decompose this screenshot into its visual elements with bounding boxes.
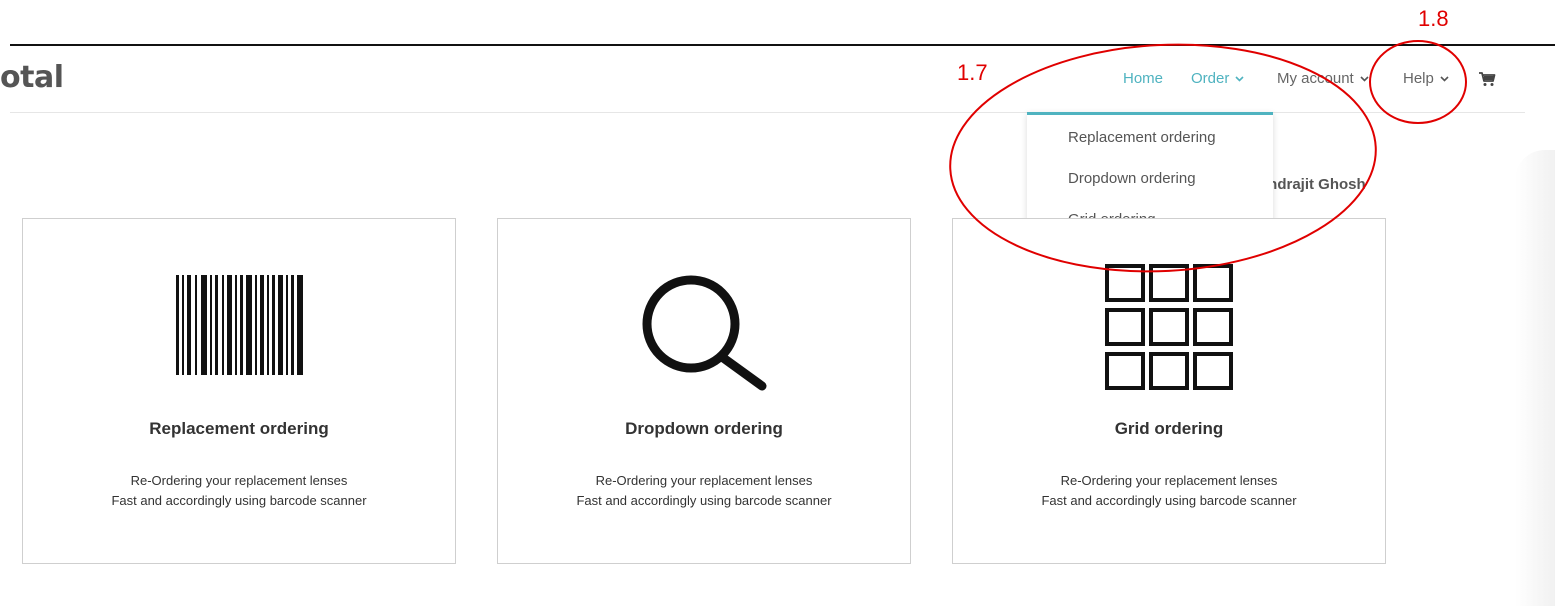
card-title: Grid ordering [1114, 419, 1224, 438]
top-divider [10, 44, 1555, 46]
search-icon [642, 275, 767, 391]
card-grid-ordering[interactable]: Grid ordering Re-Ordering your replaceme… [952, 218, 1386, 564]
nav-order-label: Order [1191, 70, 1230, 87]
card-desc-line-1: Re-Ordering your replacement lenses [130, 473, 348, 488]
card-desc-line-1: Re-Ordering your replacement lenses [1060, 473, 1278, 488]
nav-help-label: Help [1403, 70, 1434, 87]
nav-home[interactable]: Home [1123, 70, 1163, 87]
card-desc-line-2: Fast and accordingly using barcode scann… [576, 493, 832, 508]
brand-logo[interactable]: otal [0, 60, 64, 95]
card-description: Re-Ordering your replacement lenses Fast… [498, 471, 910, 511]
card-dropdown-ordering[interactable]: Dropdown ordering Re-Ordering your repla… [497, 218, 911, 564]
user-greeting: Indrajit Ghosh [1264, 176, 1366, 193]
card-replacement-ordering[interactable]: Replacement ordering Re-Ordering your re… [22, 218, 456, 564]
card-description: Re-Ordering your replacement lenses Fast… [23, 471, 455, 511]
cart-icon[interactable] [1478, 70, 1496, 88]
chevron-down-icon [1440, 76, 1449, 82]
nav-account-label: My account [1277, 70, 1354, 87]
card-title: Dropdown ordering [625, 419, 783, 438]
dropdown-item-dropdown[interactable]: Dropdown ordering [1068, 170, 1196, 187]
card-desc-line-2: Fast and accordingly using barcode scann… [111, 493, 367, 508]
side-panel-edge [1515, 150, 1555, 606]
annotation-label-1-7: 1.7 [957, 60, 988, 85]
chevron-down-icon [1235, 76, 1244, 82]
barcode-icon [176, 275, 303, 375]
chevron-down-icon [1360, 76, 1369, 82]
nav-my-account[interactable]: My account [1277, 70, 1369, 87]
nav-order[interactable]: Order [1191, 70, 1244, 87]
annotation-label-1-8: 1.8 [1418, 6, 1449, 31]
card-desc-line-1: Re-Ordering your replacement lenses [595, 473, 813, 488]
dropdown-item-replacement[interactable]: Replacement ordering [1068, 129, 1216, 146]
grid-icon [1105, 264, 1233, 390]
card-description: Re-Ordering your replacement lenses Fast… [953, 471, 1385, 511]
card-title: Replacement ordering [149, 419, 329, 438]
header-divider [10, 112, 1525, 113]
nav-help[interactable]: Help [1403, 70, 1449, 87]
card-desc-line-2: Fast and accordingly using barcode scann… [1041, 493, 1297, 508]
